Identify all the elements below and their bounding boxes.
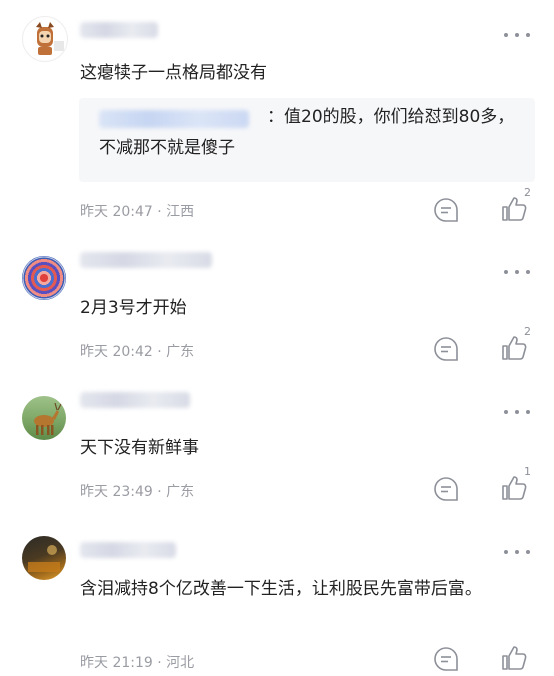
cartoon-horse-avatar-image — [36, 22, 64, 55]
like-count: 1 — [524, 465, 531, 478]
comment-item: 2月3号才开始 昨天 20:42 · 广东 2 — [0, 240, 554, 380]
more-dot — [515, 33, 519, 37]
avatar[interactable] — [22, 16, 68, 62]
username-redacted[interactable] — [80, 542, 176, 558]
comment-time: 昨天 20:42 — [80, 344, 153, 360]
comment-time: 昨天 23:49 — [80, 484, 153, 500]
comment-location: 广东 — [166, 344, 195, 360]
comment-time: 昨天 20:47 — [80, 204, 153, 220]
reply-bubble-icon[interactable] — [433, 646, 459, 672]
like-count: 2 — [524, 325, 531, 338]
comment-meta: 昨天 23:49 · 广东 — [80, 481, 194, 501]
reply-bubble-icon[interactable] — [433, 197, 459, 223]
comment-time: 昨天 21:19 — [80, 655, 153, 671]
more-dot — [504, 33, 508, 37]
comment-text: 2月3号才开始 — [80, 298, 187, 318]
username-redacted[interactable] — [80, 22, 158, 38]
more-dot — [526, 410, 530, 414]
reply-separator: ： — [267, 107, 284, 127]
avatar[interactable] — [22, 256, 66, 300]
thumbs-up-icon[interactable] — [500, 643, 530, 673]
meta-separator: · — [157, 344, 162, 360]
comment-location: 河北 — [166, 655, 195, 671]
quoted-reply[interactable]: ：值20的股，你们给怼到80多，不减那不就是傻子 — [79, 98, 535, 182]
comment-text: 含泪减持8个亿改善一下生活，让利股民先富带后富。 — [80, 579, 482, 599]
comment-meta: 昨天 20:42 · 广东 — [80, 341, 194, 361]
meta-separator: · — [157, 655, 162, 671]
more-dot — [515, 550, 519, 554]
more-dot — [504, 270, 508, 274]
more-dot — [504, 410, 508, 414]
comment-item: 这瘪犊子一点格局都没有 ：值20的股，你们给怼到80多，不减那不就是傻子 昨天 … — [0, 0, 554, 240]
username-redacted[interactable] — [80, 392, 190, 408]
more-dot — [504, 550, 508, 554]
more-options-button[interactable] — [504, 407, 530, 417]
more-options-button[interactable] — [504, 267, 530, 277]
more-dot — [515, 270, 519, 274]
avatar[interactable] — [22, 536, 66, 580]
more-dot — [515, 410, 519, 414]
like-count: 2 — [524, 186, 531, 199]
more-dot — [526, 33, 530, 37]
comment-item: 含泪减持8个亿改善一下生活，让利股民先富带后富。 昨天 21:19 · 河北 — [0, 520, 554, 676]
more-options-button[interactable] — [504, 547, 530, 557]
comment-text: 这瘪犊子一点格局都没有 — [80, 63, 267, 83]
more-options-button[interactable] — [504, 30, 530, 40]
dim-room-avatar-image — [28, 545, 60, 572]
username-redacted[interactable] — [80, 252, 212, 268]
reply-bubble-icon[interactable] — [433, 336, 459, 362]
comment-location: 江西 — [166, 204, 195, 220]
spiral-lollipop-avatar-image — [22, 256, 66, 300]
reply-text: ：值20的股，你们给怼到80多，不减那不就是傻子 — [99, 102, 517, 164]
meta-separator: · — [157, 484, 162, 500]
comment-meta: 昨天 21:19 · 河北 — [80, 652, 194, 672]
comment-location: 广东 — [166, 484, 195, 500]
comment-item: 天下没有新鲜事 昨天 23:49 · 广东 1 — [0, 380, 554, 520]
meta-separator: · — [157, 204, 162, 220]
more-dot — [526, 270, 530, 274]
comment-meta: 昨天 20:47 · 江西 — [80, 201, 194, 221]
more-dot — [526, 550, 530, 554]
comment-text: 天下没有新鲜事 — [80, 438, 199, 458]
reply-bubble-icon[interactable] — [433, 476, 459, 502]
deer-avatar-image — [34, 402, 62, 435]
avatar[interactable] — [22, 396, 66, 440]
reply-content: 值20的股，你们给怼到80多，不减那不就是傻子 — [99, 107, 515, 158]
